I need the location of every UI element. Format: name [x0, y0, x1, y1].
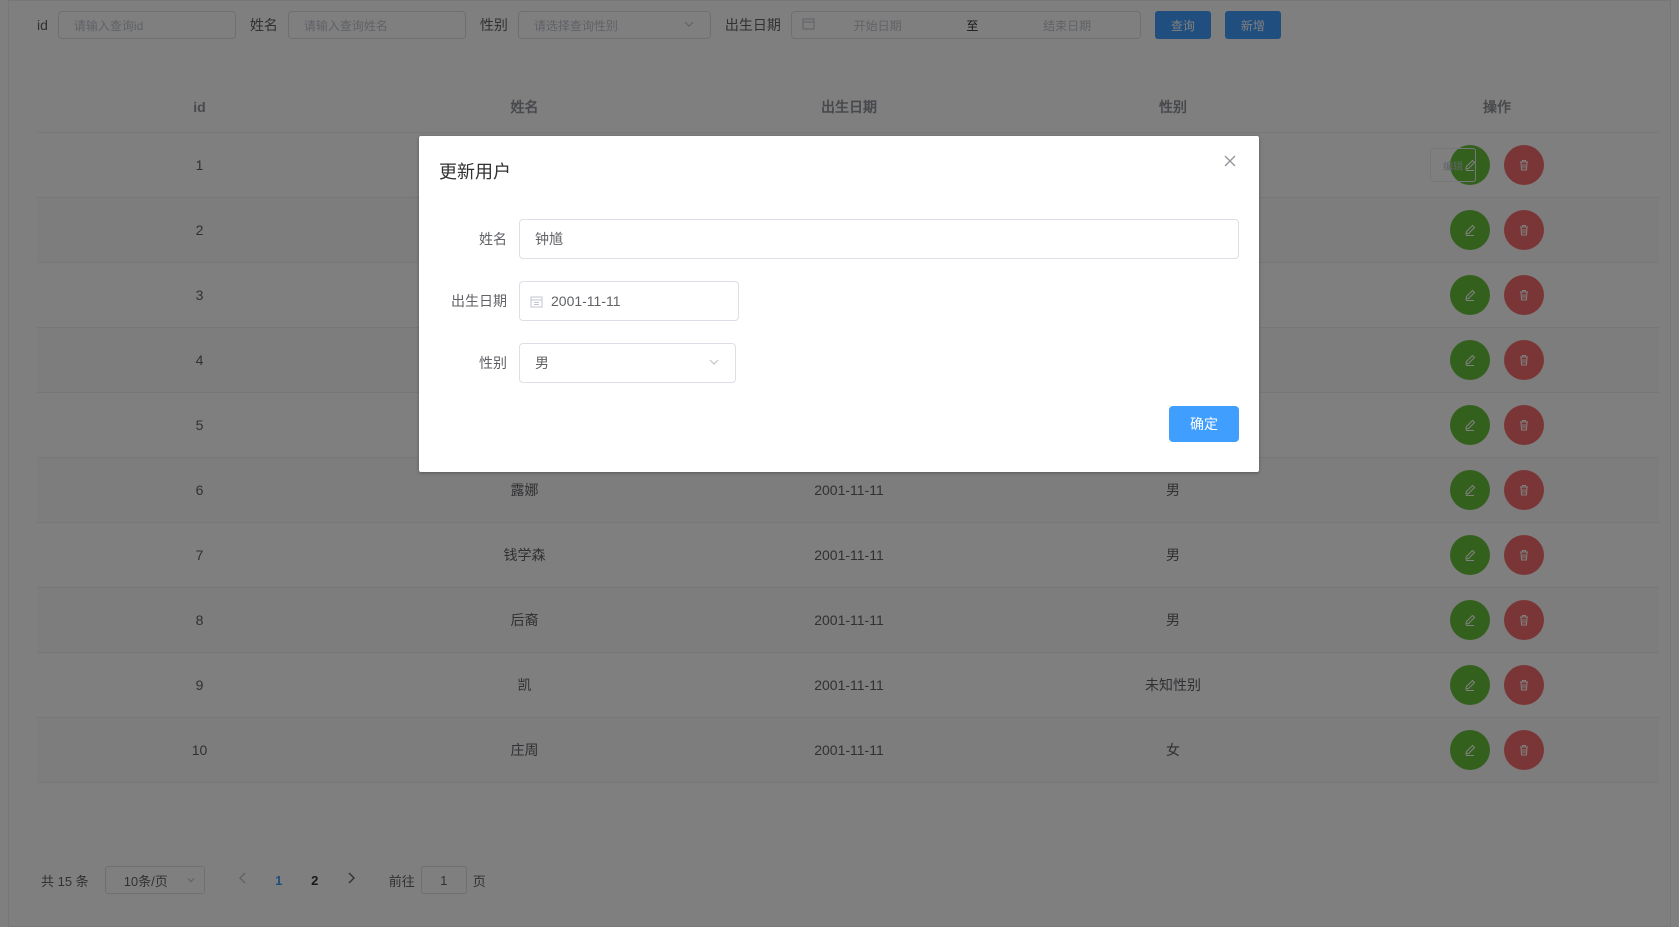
page: id 请输入查询id 姓名 请输入查询姓名 性别 请选择查询性别 出生日期 开始…	[0, 0, 1679, 927]
close-icon[interactable]	[1223, 154, 1239, 170]
sex-select[interactable]: 男	[519, 343, 736, 383]
name-field[interactable]: 钟馗	[519, 219, 1239, 259]
form-row-birth: 出生日期 2001-11-11	[419, 281, 739, 321]
confirm-button[interactable]: 确定	[1169, 406, 1239, 442]
calendar-icon	[530, 295, 543, 308]
chevron-down-icon	[708, 355, 720, 371]
birth-field-label: 出生日期	[451, 293, 507, 309]
form-row-sex: 性别 男	[419, 343, 736, 383]
name-field-label: 姓名	[479, 231, 507, 247]
form-row-name: 姓名 钟馗	[419, 219, 1239, 259]
dialog-title: 更新用户	[439, 162, 511, 182]
sex-field-label: 性别	[479, 355, 507, 371]
birth-date-picker[interactable]: 2001-11-11	[519, 281, 739, 321]
sex-field-value: 男	[535, 355, 549, 371]
birth-field-value: 2001-11-11	[551, 293, 621, 309]
update-user-dialog: 更新用户 姓名 钟馗 出生日期 2001-11-11 性别 男 确定	[419, 136, 1259, 472]
name-field-value: 钟馗	[535, 231, 563, 247]
